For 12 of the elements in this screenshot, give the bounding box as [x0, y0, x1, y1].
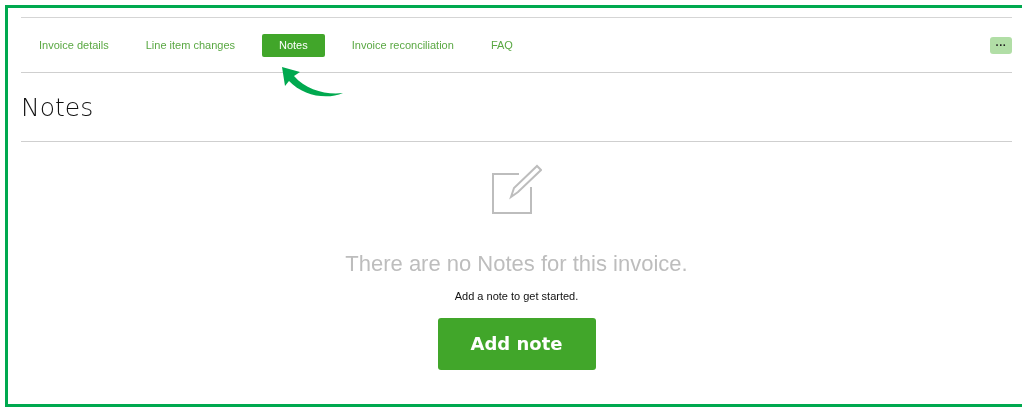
tab[interactable]: FAQ [480, 33, 523, 57]
tab[interactable]: Invoice details [29, 33, 119, 57]
edit-note-icon [491, 164, 542, 215]
page-heading: Notes [21, 95, 94, 120]
empty-state-title: There are no Notes for this invoice. [345, 253, 688, 275]
tab[interactable]: Notes [262, 33, 325, 57]
curved-arrow-annotation [281, 66, 344, 99]
tab[interactable]: Invoice reconciliation [341, 33, 464, 57]
tab[interactable]: Line item changes [135, 33, 245, 57]
add-note-button[interactable]: Add note [437, 317, 596, 370]
empty-state-subtitle: Add a note to get started. [454, 289, 579, 304]
more-button[interactable]: ··· [990, 36, 1012, 54]
